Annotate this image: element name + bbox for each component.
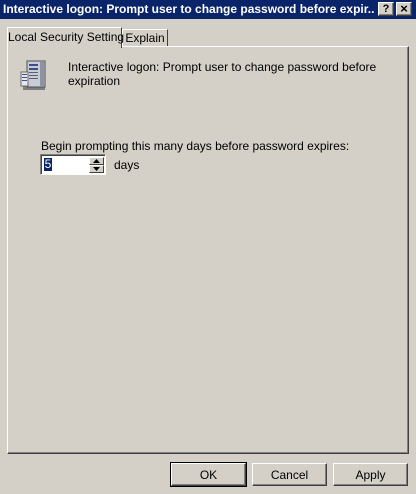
days-input-selection: 5 — [44, 157, 52, 171]
ok-button[interactable]: OK — [170, 462, 247, 487]
server-policy-icon — [20, 60, 46, 90]
days-unit-label: days — [114, 158, 140, 172]
tab-label: Local Security Setting — [8, 30, 125, 44]
chevron-up-icon — [93, 159, 100, 163]
help-icon: ? — [382, 3, 390, 15]
days-spinner[interactable]: 5 — [40, 154, 106, 175]
tab-local-security-setting[interactable]: Local Security Setting — [7, 27, 125, 48]
spin-up-button[interactable] — [89, 157, 104, 165]
chevron-down-icon — [93, 167, 100, 171]
apply-button[interactable]: Apply — [333, 463, 408, 486]
policy-name: Interactive logon: Prompt user to change… — [68, 60, 377, 88]
tab-panel: Interactive logon: Prompt user to change… — [7, 46, 409, 454]
policy-properties-dialog: Interactive logon: Prompt user to change… — [0, 0, 416, 494]
spin-down-button[interactable] — [89, 165, 104, 173]
prompt-days-label: Begin prompting this many days before pa… — [41, 139, 350, 153]
close-button[interactable]: × — [396, 2, 412, 16]
close-icon: × — [400, 1, 408, 16]
tab-explain[interactable]: Explain — [122, 29, 168, 46]
title-bar[interactable]: Interactive logon: Prompt user to change… — [0, 0, 416, 19]
cancel-button[interactable]: Cancel — [252, 463, 327, 486]
window-title: Interactive logon: Prompt user to change… — [3, 2, 375, 16]
help-button[interactable]: ? — [378, 2, 394, 16]
tab-label: Explain — [125, 31, 165, 45]
